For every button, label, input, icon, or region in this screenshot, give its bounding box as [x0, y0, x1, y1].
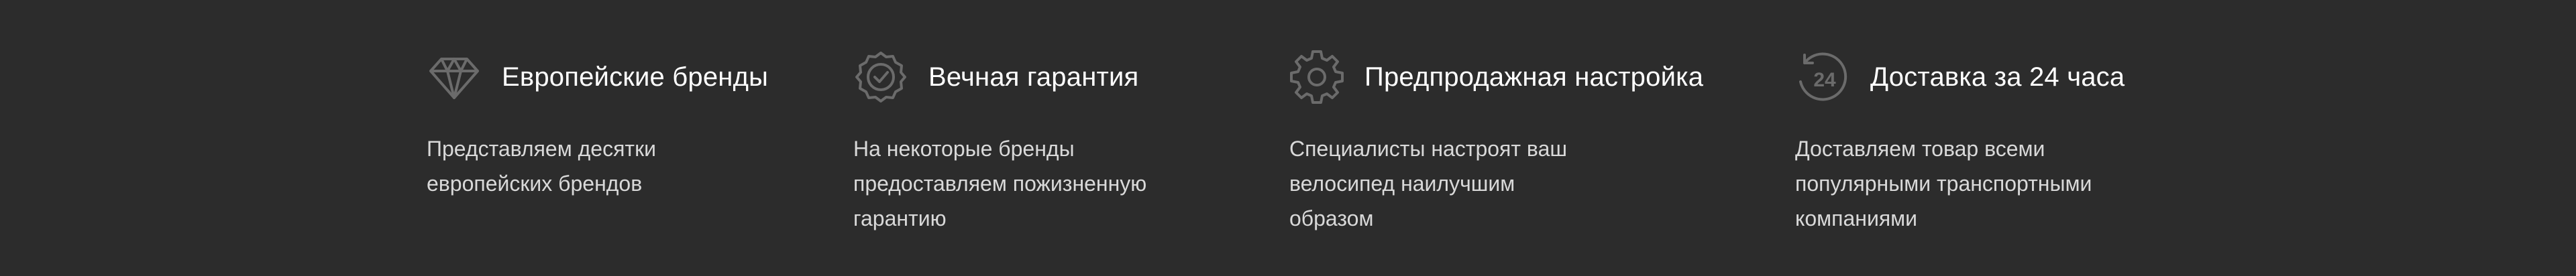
- feature-european-brands: Европейские бренды Представляем десятки …: [427, 48, 768, 201]
- gear-icon: [1290, 50, 1344, 104]
- guarantee-badge-icon: [855, 52, 906, 102]
- feature-title: Предпродажная настройка: [1364, 62, 1704, 92]
- feature-header: Европейские бренды: [427, 48, 768, 106]
- diamond-icon: [429, 58, 479, 99]
- feature-title: Вечная гарантия: [928, 62, 1139, 92]
- feature-header: Вечная гарантия: [853, 48, 1146, 106]
- feature-header: Предпродажная настройка: [1289, 48, 1703, 106]
- feature-description: Доставляем товар всеми популярными транс…: [1795, 137, 2092, 230]
- feature-description: Специалисты настроят ваш велосипед наилу…: [1289, 137, 1568, 230]
- feature-title: Европейские бренды: [502, 62, 769, 92]
- delivery-24-icon-label: 24: [1813, 69, 1836, 91]
- feature-24h-delivery: 24 Доставка за 24 часа Доставляем товар …: [1795, 48, 2125, 236]
- feature-description: Представляем десятки европейских брендов: [427, 137, 656, 196]
- feature-title: Доставка за 24 часа: [1870, 62, 2125, 92]
- delivery-24-icon: 24: [1799, 52, 1847, 101]
- feature-description: На некоторые бренды предоставляем пожизн…: [853, 137, 1147, 230]
- feature-presale-setup: Предпродажная настройка Специалисты наст…: [1289, 48, 1703, 236]
- features-section: Европейские бренды Представляем десятки …: [0, 0, 2576, 276]
- feature-header: 24 Доставка за 24 часа: [1795, 48, 2125, 106]
- feature-lifetime-warranty: Вечная гарантия На некоторые бренды пред…: [853, 48, 1146, 236]
